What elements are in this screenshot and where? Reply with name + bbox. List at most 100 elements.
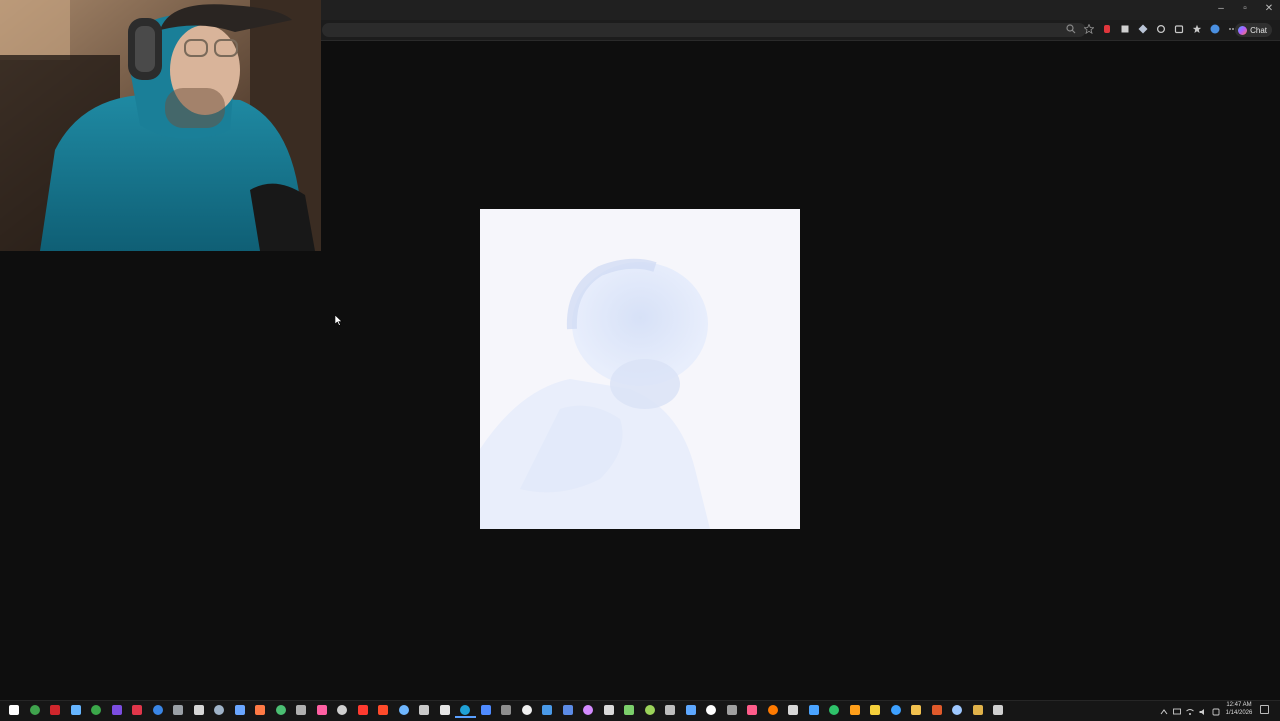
taskbar-app-app-down[interactable] xyxy=(783,702,804,718)
taskbar-app-app-green[interactable] xyxy=(271,702,292,718)
app-ps-icon xyxy=(808,705,819,715)
app-red2-icon xyxy=(357,705,368,715)
taskbar-app-app-green2[interactable] xyxy=(824,702,845,718)
app-grey2-icon xyxy=(501,705,512,715)
profile-icon[interactable] xyxy=(1210,24,1220,34)
app-wave-icon xyxy=(685,705,696,715)
taskbar-app-app-doc[interactable] xyxy=(230,702,251,718)
taskbar-app-app-tools[interactable] xyxy=(722,702,743,718)
taskbar-app-app-red[interactable] xyxy=(127,702,148,718)
taskbar-app-app-orange2[interactable] xyxy=(845,702,866,718)
taskbar-app-start[interactable] xyxy=(4,702,25,718)
taskbar-app-app-x[interactable] xyxy=(168,702,189,718)
taskbar-app-app-y[interactable] xyxy=(865,702,886,718)
app-blue2-icon xyxy=(480,705,491,715)
taskbar-app-app-m[interactable] xyxy=(927,702,948,718)
maximize-button[interactable]: ▫ xyxy=(1240,3,1250,15)
taskbar-app-app-flash[interactable] xyxy=(373,702,394,718)
network-icon[interactable] xyxy=(1173,703,1181,715)
app-code-icon xyxy=(542,705,553,715)
taskbar-app-app-wave[interactable] xyxy=(681,702,702,718)
taskbar-app-edge[interactable] xyxy=(455,702,476,718)
taskbar-app-app-photo[interactable] xyxy=(660,702,681,718)
taskbar-app-app-pic[interactable] xyxy=(558,702,579,718)
taskbar-app-app-img[interactable] xyxy=(578,702,599,718)
taskbar-app-app-snake[interactable] xyxy=(640,702,661,718)
taskbar-app-app-red2[interactable] xyxy=(353,702,374,718)
taskbar-app-app-epic[interactable] xyxy=(435,702,456,718)
extension-diamond-icon[interactable] xyxy=(1138,24,1148,34)
taskbar-app-app-gear[interactable] xyxy=(414,702,435,718)
taskbar-app-app-search[interactable] xyxy=(947,702,968,718)
address-bar[interactable] xyxy=(322,23,1086,37)
extension-refresh-icon[interactable] xyxy=(1156,24,1166,34)
taskbar-app-app-folder[interactable] xyxy=(906,702,927,718)
minimize-button[interactable]: – xyxy=(1216,3,1226,15)
taskbar-app-app-grid[interactable] xyxy=(742,702,763,718)
app-folder-icon xyxy=(911,705,922,715)
chevron-up-icon[interactable] xyxy=(1160,703,1168,715)
taskbar-app-app-blue[interactable] xyxy=(148,702,169,718)
taskbar-app-app-grey2[interactable] xyxy=(496,702,517,718)
taskbar-app-app-ps[interactable] xyxy=(804,702,825,718)
app-shield-icon xyxy=(214,705,225,715)
app-photo-icon xyxy=(665,705,676,715)
volume-icon[interactable] xyxy=(1199,703,1207,715)
app-c-icon xyxy=(398,705,409,715)
taskbar-app-app-brave[interactable] xyxy=(763,702,784,718)
taskbar-app-app-blue3[interactable] xyxy=(886,702,907,718)
taskbar-app-app-c[interactable] xyxy=(394,702,415,718)
taskbar-app-steam[interactable] xyxy=(66,702,87,718)
app-gear-icon xyxy=(419,705,430,715)
opera-icon xyxy=(50,705,61,715)
taskbar-app-app-pink[interactable] xyxy=(312,702,333,718)
taskbar-app-app-z[interactable] xyxy=(189,702,210,718)
taskbar-app-app-dark[interactable] xyxy=(332,702,353,718)
clock-date: 1/14/2026 xyxy=(1225,710,1253,716)
app-doc-icon xyxy=(234,705,245,715)
extension-square-icon[interactable] xyxy=(1120,24,1130,34)
app-green2-icon xyxy=(829,705,840,715)
taskbar-app-app-file[interactable] xyxy=(988,702,1009,718)
taskbar-app-xbox[interactable] xyxy=(86,702,107,718)
window-controls: – ▫ ✕ xyxy=(1216,3,1274,15)
taskbar-clock[interactable]: 12:47 AM 1/14/2026 xyxy=(1222,701,1256,717)
start-icon xyxy=(9,705,20,715)
taskbar-app-app-shield2[interactable] xyxy=(968,702,989,718)
app-purple-icon xyxy=(111,705,122,715)
taskbar-app-app-r[interactable] xyxy=(517,702,538,718)
taskbar-app-app-leaf[interactable] xyxy=(619,702,640,718)
app-grey-icon xyxy=(296,705,307,715)
app-blue3-icon xyxy=(890,705,901,715)
speaker-icon[interactable] xyxy=(1212,703,1220,716)
zoom-icon[interactable] xyxy=(1066,24,1076,34)
app-pic-icon xyxy=(562,705,573,715)
favorite-star-icon[interactable] xyxy=(1084,24,1094,34)
taskbar-app-opera[interactable] xyxy=(45,702,66,718)
chrome-icon xyxy=(29,705,40,715)
notifications-icon[interactable] xyxy=(1260,705,1269,714)
taskbar-app-app-grey[interactable] xyxy=(291,702,312,718)
taskbar-app-chrome[interactable] xyxy=(25,702,46,718)
close-button[interactable]: ✕ xyxy=(1264,3,1274,15)
steam-icon xyxy=(70,705,81,715)
favorites-icon[interactable] xyxy=(1192,24,1202,34)
taskbar-app-app-nk[interactable] xyxy=(599,702,620,718)
taskbar-app-app-code[interactable] xyxy=(537,702,558,718)
taskbar-app-app-g[interactable] xyxy=(701,702,722,718)
wifi-icon[interactable] xyxy=(1186,703,1194,715)
chat-button[interactable]: Chat xyxy=(1235,23,1272,37)
toolbar-icons xyxy=(1066,24,1238,34)
app-leaf-icon xyxy=(624,705,635,715)
app-grid-icon xyxy=(747,705,758,715)
taskbar-app-app-orange[interactable] xyxy=(250,702,271,718)
webcam-overlay xyxy=(0,0,321,251)
app-orange-icon xyxy=(255,705,266,715)
taskbar-app-app-purple[interactable] xyxy=(107,702,128,718)
app-down-icon xyxy=(788,705,799,715)
extension-red-icon[interactable] xyxy=(1102,24,1112,34)
taskbar-app-app-shield[interactable] xyxy=(209,702,230,718)
extension-puzzle-icon[interactable] xyxy=(1174,24,1184,34)
taskbar-apps xyxy=(4,702,1009,718)
taskbar-app-app-blue2[interactable] xyxy=(476,702,497,718)
